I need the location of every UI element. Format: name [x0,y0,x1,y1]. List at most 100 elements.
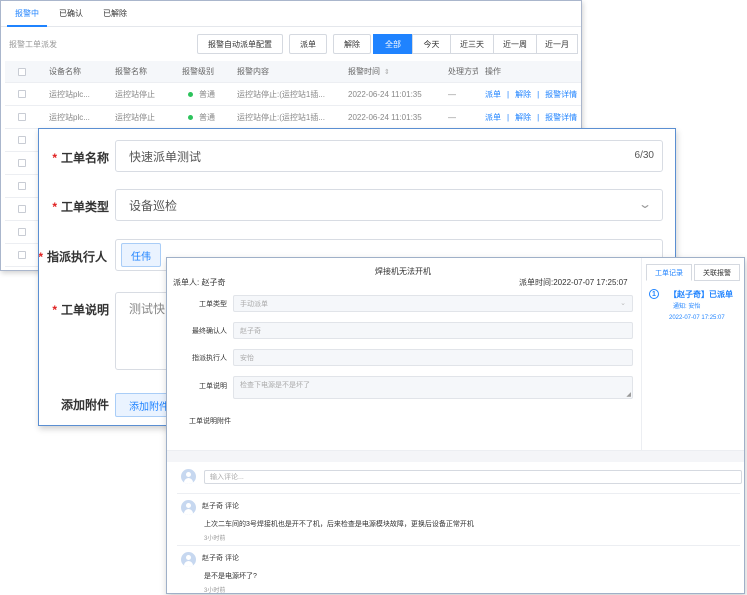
filter-all[interactable]: 全部 [373,34,413,54]
avatar [181,469,196,484]
alarm-toolbar: 报警工单派发 报警自动派单配置 派单 解除 全部 今天 近三天 近一周 近一月 [1,34,581,54]
form-row-type: * 工单类型 设备巡检 ⌄ [39,189,675,223]
field-label: * 工单名称 [52,151,109,165]
cell-level: 普通 [188,83,215,105]
work-order-fields: 工单类型 手动派单 ⌄ 最终确认人 赵子奇 指派执行人 安怡 工单说明 检查下电源… [167,290,639,450]
tab-related-alarms[interactable]: 关联报警 [694,264,740,281]
timeline-title: 【赵子奇】已派单 [669,290,733,299]
dispatch-button[interactable]: 派单 [289,34,327,54]
avatar [181,500,196,515]
auto-dispatch-config-button[interactable]: 报警自动派单配置 [197,34,283,54]
work-order-type-select[interactable]: 设备巡检 ⌄ [115,189,663,221]
comment-text: 上次二车间的3号焊接机也是开不了机，后来检查是电源模块故障，更换后设备正常开机 [204,521,474,528]
row-checkbox[interactable] [18,244,26,266]
cell-level: 普通 [188,106,215,128]
table-row[interactable]: 运控站plc... 运控站停止 普通 运控站停止:(运控站1插... 2022-… [5,83,581,106]
cell-handling: — [448,112,456,122]
row-dispatch-link[interactable]: 派单 [485,89,501,100]
row-checkbox[interactable] [18,106,26,128]
filter-month[interactable]: 近一月 [536,34,578,54]
timeline-notify: 通知: 安怡 [673,304,701,310]
divider [177,493,740,494]
cell-content: 运控站停止:(运控站1插... [237,112,326,122]
row-checkbox[interactable] [18,221,26,243]
chevron-down-icon: ⌄ [637,197,653,211]
status-dot-icon [188,114,193,120]
cell-device: 运控站plc... [49,112,90,122]
resolve-button[interactable]: 解除 [333,34,371,54]
avatar [181,552,196,567]
tab-work-order-records[interactable]: 工单记录 [646,264,692,281]
col-alarm-name: 报警名称 [115,67,147,76]
tab-resolved[interactable]: 已解除 [93,8,137,26]
cell-actions: 派单 | 解除 | 报警详情 [485,112,578,123]
filter-week[interactable]: 近一周 [493,34,537,54]
cell-alarm: 运控站停止 [115,112,155,122]
detail-row-description: 工单说明 检查下电源是不是坏了 ◢ [167,376,639,400]
field-label: 指派执行人 [192,355,227,362]
field-label: 工单类型 [199,301,227,308]
type-select-disabled: 手动派单 ⌄ [233,295,633,312]
char-counter: 6/30 [634,150,654,161]
comment-author: 赵子奇 评论 [202,555,239,562]
comment-input[interactable]: 输入评论... [204,470,742,484]
tab-confirmed[interactable]: 已确认 [49,8,93,26]
resize-handle-icon: ◢ [626,392,631,398]
description-field: 检查下电源是不是坏了 ◢ [233,376,633,399]
row-detail-link[interactable]: 报警详情 [545,89,577,100]
alarm-status-tabs: 报警中 已确认 已解除 [1,1,581,27]
table-row[interactable]: 运控站plc... 运控站停止 普通 运控站停止:(运控站1插... 2022-… [5,106,581,129]
detail-row-executor: 指派执行人 安怡 [167,349,639,367]
filter-today[interactable]: 今天 [412,34,451,54]
work-order-name-input[interactable]: 快速派单测试 6/30 [115,140,663,172]
work-order-detail-panel: 焊接机无法开机 派单人: 赵子奇 派单时间:2022-07-07 17:25:0… [166,257,745,594]
record-sidebar: 工单记录 关联报警 1 【赵子奇】已派单 通知: 安怡 2022-07-07 1… [641,258,744,450]
tab-alarming[interactable]: 报警中 [5,8,49,27]
select-all-checkbox[interactable] [18,61,26,82]
filter-three-days[interactable]: 近三天 [450,34,494,54]
col-alarm-time[interactable]: 报警时间 ⇕ [348,61,390,82]
row-detail-link[interactable]: 报警详情 [545,112,577,123]
field-label: 添加附件 [60,398,109,412]
row-dispatch-link[interactable]: 派单 [485,112,501,123]
field-label: 最终确认人 [192,328,227,335]
comment-time: 3小时前 [204,536,226,542]
col-handling: 处理方式 [448,67,478,76]
col-actions: 操作 [485,67,501,76]
dispatch-time-info: 派单时间:2022-07-07 17:25:07 [519,278,628,287]
field-label: * 工单类型 [52,200,109,214]
cell-actions: 派单 | 解除 | 报警详情 [485,89,578,100]
sort-icon[interactable]: ⇕ [384,68,390,76]
cell-alarm: 运控站停止 [115,89,155,99]
divider [177,545,740,546]
col-device-name: 设备名称 [49,67,81,76]
cell-time: 2022-06-24 11:01:35 [348,112,422,122]
record-tabs: 工单记录 关联报警 [646,264,742,281]
cell-time: 2022-06-24 11:01:35 [348,89,422,99]
row-checkbox[interactable] [18,129,26,151]
cell-content: 运控站停止:(运控站1插... [237,89,326,99]
col-alarm-content: 报警内容 [237,67,269,76]
row-checkbox[interactable] [18,152,26,174]
row-checkbox[interactable] [18,198,26,220]
cell-handling: — [448,89,456,99]
comment-time: 3小时前 [204,588,226,594]
confirmer-field: 赵子奇 [233,322,633,339]
timeline-step-icon: 1 [649,289,659,299]
row-resolve-link[interactable]: 解除 [515,89,531,100]
dispatcher-info: 派单人: 赵子奇 [173,278,226,287]
comment-text: 是不是电源坏了? [204,573,257,580]
row-checkbox[interactable] [18,175,26,197]
chevron-down-icon: ⌄ [620,300,626,307]
row-resolve-link[interactable]: 解除 [515,112,531,123]
field-label: * 工单说明 [52,303,109,317]
table-header: 设备名称 报警名称 报警级别 报警内容 报警时间 ⇕ 处理方式 操作 [5,61,581,83]
row-checkbox[interactable] [18,83,26,105]
executor-tag[interactable]: 任伟 [121,243,161,267]
field-label: * 指派执行人 [38,250,107,264]
status-dot-icon [188,91,193,97]
detail-row-confirmer: 最终确认人 赵子奇 [167,322,639,340]
section-label: 报警工单派发 [9,40,57,49]
executor-field: 安怡 [233,349,633,366]
col-alarm-level: 报警级别 [182,67,214,76]
